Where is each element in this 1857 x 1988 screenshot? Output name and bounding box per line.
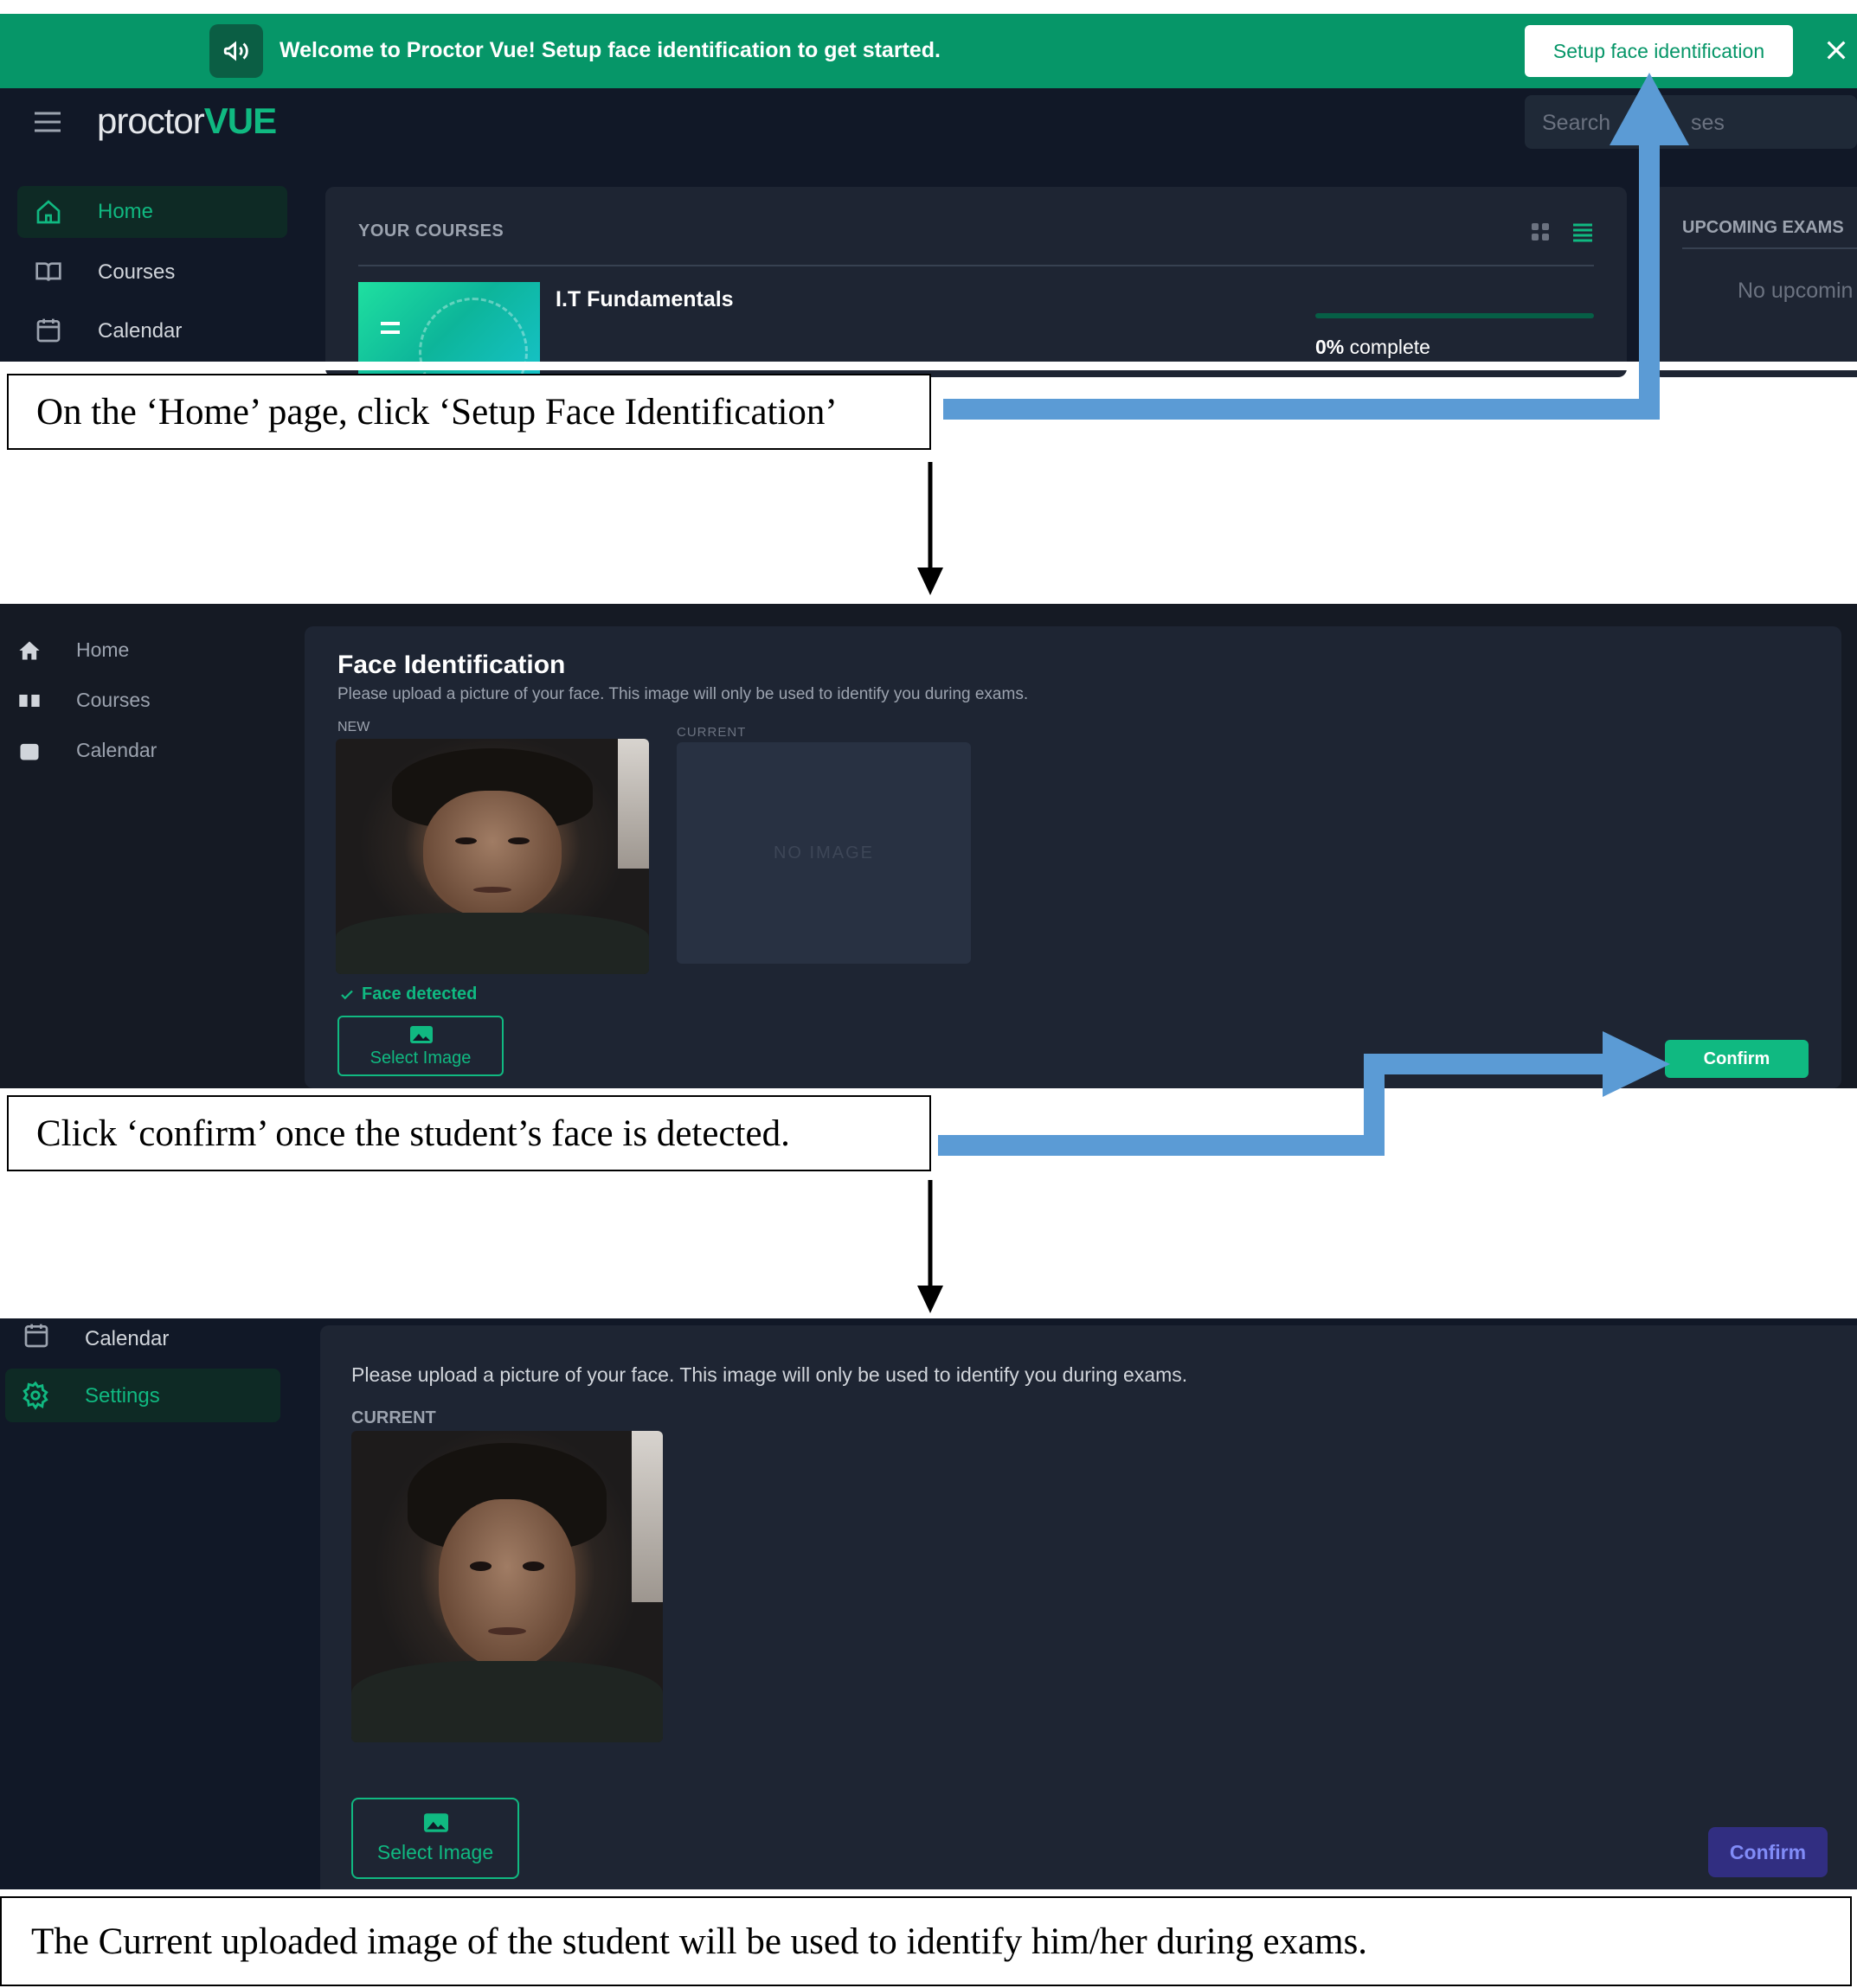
black-arrow-down-1	[917, 462, 943, 595]
annotation-arrows	[917, 73, 1689, 1313]
blue-arrow-to-confirm-button	[938, 1031, 1670, 1156]
black-arrow-down-2	[917, 1180, 943, 1313]
blue-arrow-to-setup-button	[943, 73, 1689, 420]
